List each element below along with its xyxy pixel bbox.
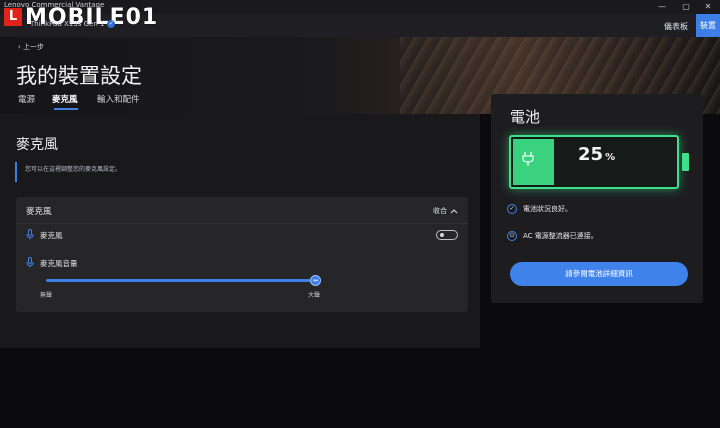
battery-health-text: 電池狀況良好。 [523, 205, 572, 213]
battery-status-ac: ⏻ AC 電源整流器已連接。 [507, 231, 598, 241]
chevron-up-icon [450, 209, 458, 214]
battery-status-health: ✓ 電池狀況良好。 [507, 204, 572, 214]
battery-percent-unit: % [605, 152, 616, 163]
device-name-label: ThinkPad X13s Gen 1 [30, 20, 105, 28]
power-plug-icon: ⏻ [507, 231, 517, 241]
section-description: 您可以在這裡調整您的麥克風設定。 [25, 166, 122, 173]
card-divider [16, 223, 468, 224]
active-tab-indicator [54, 108, 78, 110]
logo-badge: L [4, 8, 22, 26]
nav-device[interactable]: 裝置 [696, 14, 720, 37]
toggle-knob [440, 233, 444, 237]
verified-icon: ✓ [107, 20, 116, 28]
volume-min-label: 無聲 [40, 292, 53, 299]
mic-toggle-label: 麥克風 [40, 231, 63, 240]
battery-terminal [682, 153, 689, 171]
device-name: ThinkPad X13s Gen 1 ✓ [30, 20, 116, 28]
tab-microphone[interactable]: 麥克風 [52, 93, 78, 105]
battery-details-button[interactable]: 請參閱電池詳細資訊 [510, 262, 688, 286]
page-title: 我的裝置設定 [16, 64, 142, 88]
volume-label: 麥克風音量 [40, 259, 78, 268]
collapse-button[interactable]: 收合 [433, 206, 458, 216]
collapse-label: 收合 [433, 207, 447, 215]
charging-plug-icon [522, 152, 534, 166]
section-title: 麥克風 [16, 137, 58, 153]
battery-title: 電池 [510, 108, 541, 126]
description-accent [15, 162, 17, 182]
tab-input-accessories[interactable]: 輸入和配件 [97, 93, 140, 105]
volume-slider-thumb[interactable]: ↔ [310, 275, 321, 286]
microphone-icon [26, 229, 34, 240]
volume-slider-track[interactable] [46, 279, 316, 282]
card-title: 麥克風 [26, 207, 52, 217]
battery-percentage: 25% [578, 144, 615, 165]
ac-adapter-text: AC 電源整流器已連接。 [523, 232, 598, 240]
check-icon: ✓ [507, 204, 517, 214]
back-label: 上一步 [23, 43, 45, 51]
tab-power[interactable]: 電源 [18, 93, 35, 105]
microphone-card [16, 197, 468, 312]
mic-toggle[interactable] [436, 230, 458, 240]
nav-dashboard[interactable]: 儀表板 [664, 21, 688, 32]
close-icon[interactable]: ✕ [696, 0, 720, 14]
volume-max-label: 大聲 [308, 292, 321, 299]
battery-percent-value: 25 [578, 144, 604, 165]
microphone-volume-icon [26, 257, 34, 268]
maximize-icon[interactable]: ▢ [674, 0, 698, 14]
back-link[interactable]: ‹ 上一步 [18, 42, 44, 52]
minimize-icon[interactable]: — [650, 0, 674, 14]
